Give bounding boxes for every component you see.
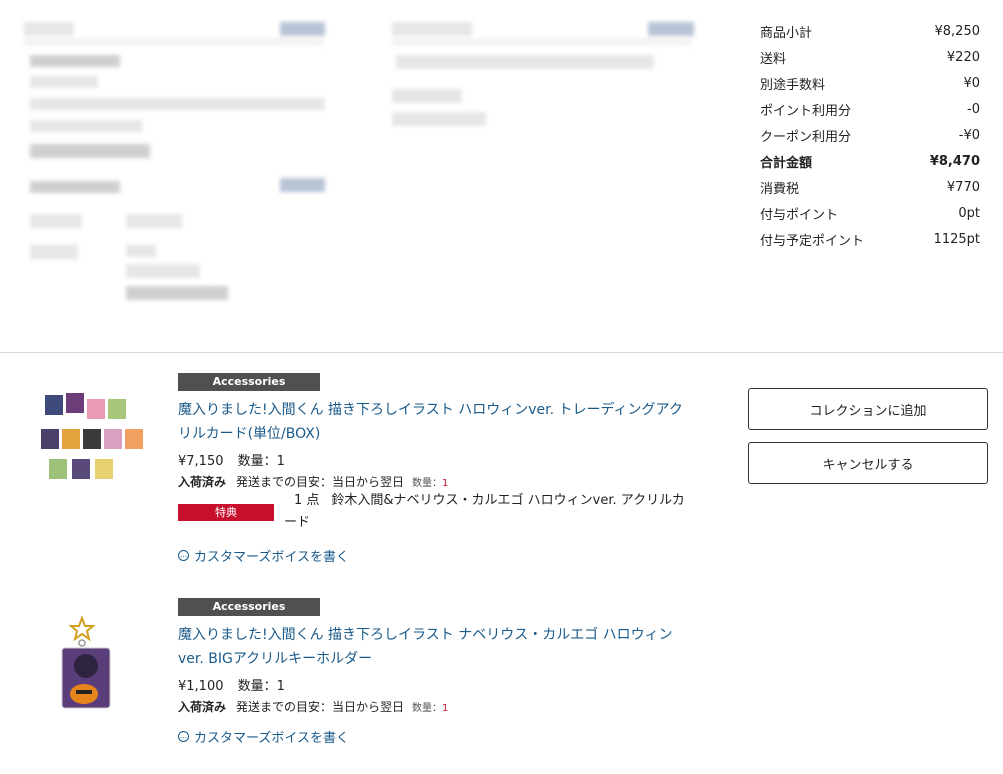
product-thumbnail-keychain[interactable]	[18, 615, 148, 712]
summary-label: 合計金額	[760, 155, 813, 171]
summary-label: 別途手数料	[760, 77, 826, 93]
summary-row-tax: 消費税 ¥770	[760, 174, 980, 200]
customer-voice-link[interactable]: … カスタマーズボイスを書く	[178, 546, 349, 565]
stock-label: 入荷済み	[178, 700, 227, 714]
summary-row-points-used: ポイント利用分 -0	[760, 96, 980, 122]
summary-value: -¥0	[958, 127, 980, 143]
summary-row-total: 合計金額 ¥8,470	[760, 148, 980, 174]
product-price: ¥1,100	[178, 679, 224, 694]
product-title-link[interactable]: 魔入りました!入間くん 描き下ろしイラスト ハロウィンver. トレーディングア…	[178, 398, 693, 446]
summary-label: 付与ポイント	[760, 207, 839, 223]
product-title-link[interactable]: 魔入りました!入間くん 描き下ろしイラスト ナベリウス・カルエゴ ハロウィンve…	[178, 623, 693, 671]
summary-row-points-granted: 付与ポイント 0pt	[760, 200, 980, 226]
category-badge: Accessories	[178, 373, 320, 391]
section-divider	[0, 352, 1003, 353]
product-price: ¥7,150	[178, 454, 224, 469]
stock-status: 入荷済み 発送までの目安：当日から翌日 数量：1	[178, 698, 448, 715]
summary-value: ¥0	[963, 75, 980, 91]
summary-label: ポイント利用分	[760, 103, 852, 119]
product-thumbnail-acrylic-cards[interactable]	[18, 390, 148, 490]
summary-label: 送料	[760, 51, 787, 67]
keychain-image	[61, 615, 111, 709]
qty-label: 数量：	[412, 703, 443, 714]
shipping-estimate: 発送までの目安：当日から翌日	[236, 700, 405, 714]
summary-value: 1125pt	[933, 231, 980, 247]
summary-row-fee: 別途手数料 ¥0	[760, 70, 980, 96]
summary-value: 0pt	[958, 205, 980, 221]
bonus-badge: 特典	[178, 504, 274, 521]
bonus-count: 1 点	[294, 493, 320, 508]
product-quantity: 数量：1	[237, 454, 285, 469]
qty-value: 1	[442, 478, 449, 489]
category-badge: Accessories	[178, 598, 320, 616]
price-quantity: ¥7,150 数量：1	[178, 450, 295, 469]
summary-value: ¥8,470	[929, 153, 980, 169]
add-to-collection-button[interactable]: コレクションに追加	[748, 388, 988, 430]
summary-label: 商品小計	[760, 25, 813, 41]
customer-voice-label[interactable]: カスタマーズボイスを書く	[194, 727, 349, 746]
product-quantity: 数量：1	[237, 679, 285, 694]
summary-value: ¥770	[946, 179, 980, 195]
summary-label: 消費税	[760, 181, 800, 197]
price-quantity: ¥1,100 数量：1	[178, 675, 295, 694]
cancel-order-button[interactable]: キャンセルする	[748, 442, 988, 484]
summary-row-points-scheduled: 付与予定ポイント 1125pt	[760, 226, 980, 252]
summary-value: -0	[967, 101, 980, 117]
summary-row-shipping: 送料 ¥220	[760, 44, 980, 70]
summary-row-subtotal: 商品小計 ¥8,250	[760, 18, 980, 44]
stock-quantity: 数量：1	[412, 703, 448, 714]
customer-voice-label[interactable]: カスタマーズボイスを書く	[194, 546, 349, 565]
summary-value: ¥220	[946, 49, 980, 65]
stock-label: 入荷済み	[178, 475, 227, 489]
qty-value: 1	[442, 703, 449, 714]
bonus-item-name: 鈴木入間&ナベリウス・カルエゴ ハロウィンver. アクリルカード	[284, 493, 685, 530]
shipping-estimate: 発送までの目安：当日から翌日	[236, 475, 405, 489]
stock-status: 入荷済み 発送までの目安：当日から翌日 数量：1	[178, 473, 448, 490]
customer-voice-link[interactable]: … カスタマーズボイスを書く	[178, 727, 349, 746]
speech-bubble-icon: …	[178, 731, 189, 742]
bonus-description: 1 点鈴木入間&ナベリウス・カルエゴ ハロウィンver. アクリルカード	[284, 490, 694, 534]
summary-row-coupon: クーポン利用分 -¥0	[760, 122, 980, 148]
summary-label: 付与予定ポイント	[760, 233, 865, 249]
qty-label: 数量：	[412, 478, 443, 489]
speech-bubble-icon: …	[178, 550, 189, 561]
summary-label: クーポン利用分	[760, 129, 852, 145]
summary-value: ¥8,250	[934, 23, 981, 39]
stock-quantity: 数量：1	[412, 478, 448, 489]
